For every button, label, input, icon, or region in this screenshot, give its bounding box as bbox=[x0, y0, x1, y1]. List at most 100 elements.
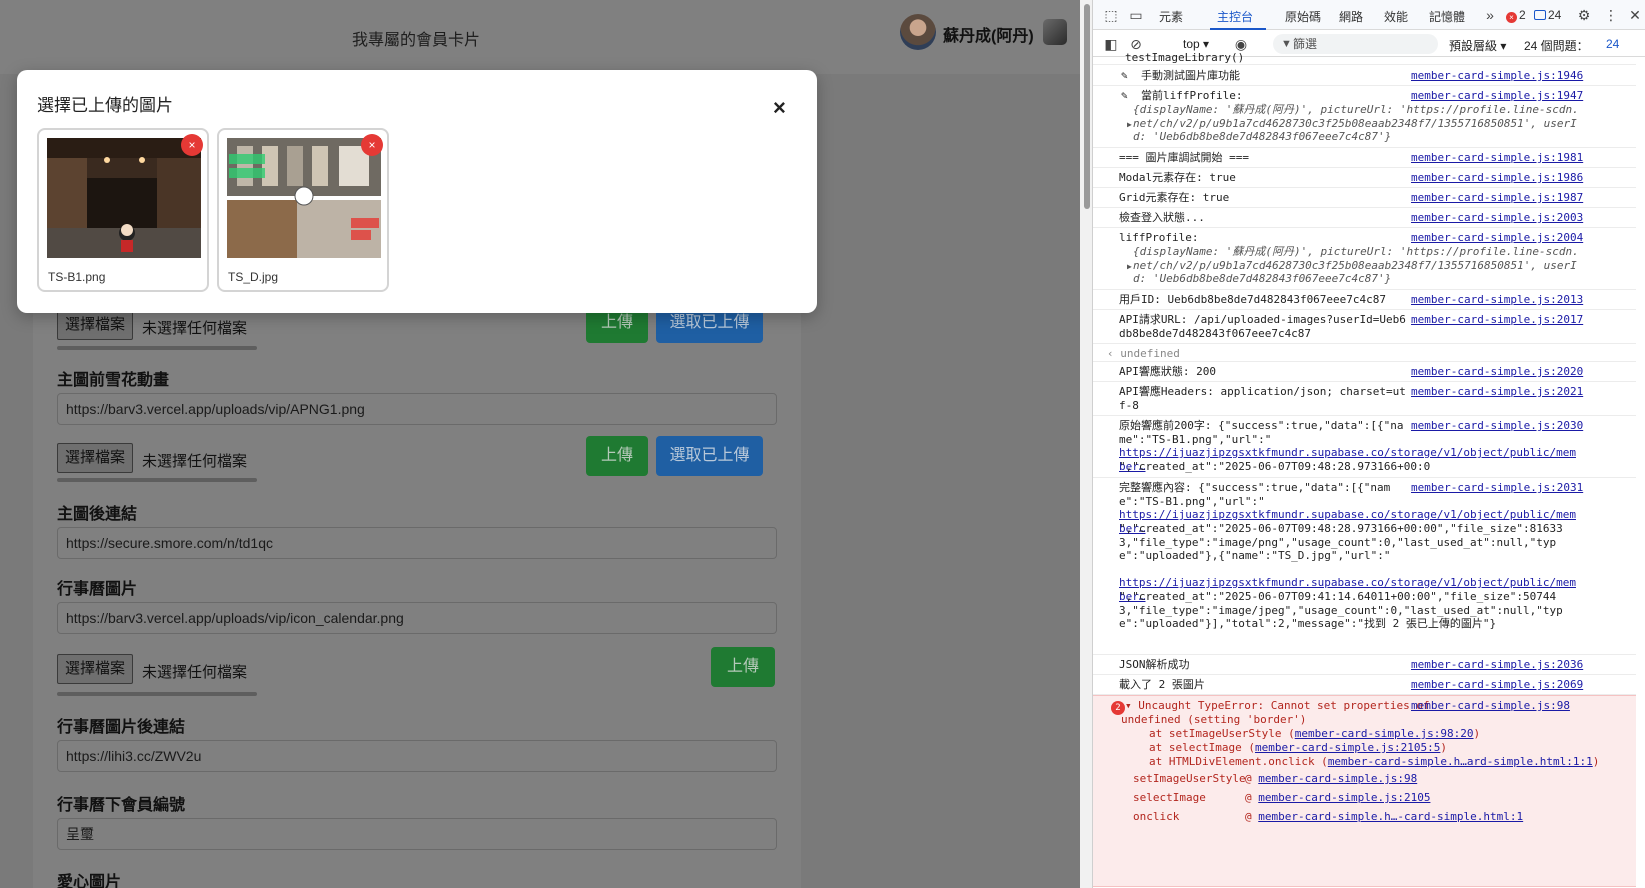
context-select[interactable]: top ▾ bbox=[1183, 37, 1209, 51]
log-row: Modal元素存在: true member-card-simple.js:19… bbox=[1093, 168, 1636, 188]
more-options-icon[interactable]: ⋮ bbox=[1603, 7, 1619, 23]
tab-sources[interactable]: 原始碼 bbox=[1285, 8, 1321, 25]
log-continuation: ","created_at":"2025-06-07T09:48:28.9731… bbox=[1119, 460, 1431, 473]
image-thumbnail[interactable]: TS_D.jpg × bbox=[217, 128, 389, 292]
log-message: API請求URL: /api/uploaded-images?userId=Ue… bbox=[1119, 313, 1406, 340]
device-toggle-icon[interactable]: ▭ bbox=[1128, 7, 1144, 23]
close-icon[interactable]: ✕ bbox=[1627, 7, 1643, 23]
delete-image-icon[interactable]: × bbox=[361, 134, 383, 156]
log-continuation: ","created_at":"2025-06-07T09:48:28.9731… bbox=[1119, 522, 1563, 562]
error-message[interactable]: ▾ Uncaught TypeError: Cannot set propert… bbox=[1125, 699, 1430, 713]
file-choose-button[interactable]: 選擇檔案 bbox=[57, 654, 134, 684]
log-source-link[interactable]: member-card-simple.js:2003 bbox=[1411, 211, 1583, 225]
log-source-link[interactable]: member-card-simple.js:1981 bbox=[1411, 151, 1583, 165]
log-source-link[interactable]: member-card-simple.js:2021 bbox=[1411, 385, 1583, 399]
log-message: 當前liffProfile: bbox=[1141, 89, 1243, 102]
image-preview[interactable] bbox=[227, 138, 381, 258]
tab-console[interactable]: 主控台 bbox=[1217, 8, 1253, 25]
expand-arrow-icon[interactable]: ▶ bbox=[1127, 262, 1132, 271]
sidebar-toggle-icon[interactable]: ◧ bbox=[1103, 36, 1119, 52]
log-object[interactable]: {displayName: '蘇丹成(阿丹)', pictureUrl: 'ht… bbox=[1133, 103, 1581, 144]
snow-animation-input[interactable]: https://barv3.vercel.app/uploads/vip/APN… bbox=[57, 393, 777, 425]
log-message: liffProfile: bbox=[1119, 231, 1199, 244]
log-message: 用戶ID: Ueb6db8be8de7d482843f067eee7c4c87 bbox=[1119, 293, 1387, 306]
stack-link[interactable]: member-card-simple.js:98:20 bbox=[1295, 727, 1474, 740]
upload-button[interactable]: 上傳 bbox=[586, 436, 648, 476]
log-source-link[interactable]: member-card-simple.js:2036 bbox=[1411, 658, 1583, 672]
log-source-link[interactable]: member-card-simple.js:2031 bbox=[1411, 481, 1583, 495]
stack-link[interactable]: member-card-simple.h…ard-simple.html:1:1 bbox=[1328, 755, 1593, 768]
log-source-link[interactable]: member-card-simple.js:2069 bbox=[1411, 678, 1583, 692]
page-scrollbar-thumb[interactable] bbox=[1084, 4, 1090, 209]
tab-memory[interactable]: 記憶體 bbox=[1429, 8, 1465, 25]
field-label: 主圖前雪花動畫 bbox=[57, 372, 170, 389]
active-tab-indicator bbox=[1210, 28, 1266, 30]
log-message: API響應Headers: application/json; charset=… bbox=[1119, 385, 1406, 412]
close-icon[interactable]: × bbox=[773, 97, 793, 119]
tab-performance[interactable]: 效能 bbox=[1384, 8, 1408, 25]
filter-placeholder: 篩選 bbox=[1293, 37, 1318, 51]
error-count-badge[interactable]: × 2 bbox=[1506, 8, 1526, 23]
issues-count[interactable]: 24 bbox=[1606, 37, 1619, 51]
message-count-badge[interactable]: 24 bbox=[1534, 8, 1561, 22]
logout-icon[interactable] bbox=[1043, 19, 1067, 45]
call-frame-link[interactable]: member-card-simple.h…-card-simple.html:1 bbox=[1258, 810, 1523, 823]
log-source-link[interactable]: member-card-simple.js:2020 bbox=[1411, 365, 1583, 379]
tab-network[interactable]: 網路 bbox=[1339, 8, 1363, 25]
log-source-link[interactable]: member-card-simple.js:1946 bbox=[1411, 69, 1583, 83]
pencil-icon: ✎ bbox=[1121, 89, 1128, 102]
file-choose-button[interactable]: 選擇檔案 bbox=[57, 443, 134, 473]
call-frame-at: @ member-card-simple.h…-card-simple.html… bbox=[1245, 810, 1524, 823]
stack-frame: at selectImage (member-card-simple.js:21… bbox=[1149, 741, 1447, 755]
log-source-link[interactable]: member-card-simple.js:1947 bbox=[1411, 89, 1583, 103]
image-preview[interactable] bbox=[47, 138, 201, 258]
image-thumbnail[interactable]: TS-B1.png × bbox=[37, 128, 209, 292]
error-source-link[interactable]: member-card-simple.js:98 bbox=[1411, 699, 1570, 713]
calendar-image-input[interactable]: https://barv3.vercel.app/uploads/vip/ico… bbox=[57, 602, 777, 634]
file-status: 未選擇任何檔案 bbox=[142, 664, 248, 681]
stack-prefix: at HTMLDivElement.onclick ( bbox=[1149, 755, 1328, 768]
eye-icon[interactable]: ◉ bbox=[1233, 36, 1249, 52]
avatar bbox=[900, 14, 936, 50]
log-object[interactable]: {displayName: '蘇丹成(阿丹)', pictureUrl: 'ht… bbox=[1133, 245, 1581, 286]
error-log-block: 2 ▾ Uncaught TypeError: Cannot set prope… bbox=[1093, 695, 1636, 887]
call-frame-link[interactable]: member-card-simple.js:98 bbox=[1258, 772, 1417, 785]
divider bbox=[57, 692, 257, 696]
log-message: 手動測試圖片庫功能 bbox=[1141, 69, 1240, 82]
clear-console-icon[interactable]: ⊘ bbox=[1128, 36, 1144, 52]
log-source-link[interactable]: member-card-simple.js:2017 bbox=[1411, 313, 1583, 327]
log-source-link[interactable]: member-card-simple.js:2030 bbox=[1411, 419, 1583, 433]
console-output: testImageLibrary() ✎ 手動測試圖片庫功能 member-ca… bbox=[1093, 51, 1645, 888]
log-source-link[interactable]: member-card-simple.js:2004 bbox=[1411, 231, 1583, 245]
gear-icon[interactable]: ⚙ bbox=[1576, 7, 1592, 23]
tab-elements[interactable]: 元素 bbox=[1159, 8, 1183, 25]
member-number-input[interactable]: 呈璽 bbox=[57, 818, 777, 850]
expand-arrow-icon[interactable]: ▶ bbox=[1127, 120, 1132, 129]
log-row: 原始響應前200字: {"success":true,"data":[{"nam… bbox=[1093, 416, 1636, 478]
log-message: 完整響應內容: {"success":true,"data":[{"name":… bbox=[1119, 481, 1391, 508]
context-value: top bbox=[1183, 37, 1200, 51]
delete-image-icon[interactable]: × bbox=[181, 134, 203, 156]
log-row: ‹ undefined bbox=[1093, 344, 1636, 362]
main-link-input[interactable]: https://secure.smore.com/n/td1qc bbox=[57, 527, 777, 559]
select-uploaded-button[interactable]: 選取已上傳 bbox=[656, 436, 763, 476]
stack-link[interactable]: member-card-simple.js:2105:5 bbox=[1255, 741, 1440, 754]
file-choose-button[interactable]: 選擇檔案 bbox=[57, 310, 134, 340]
calendar-link-input[interactable]: https://lihi3.cc/ZWV2u bbox=[57, 740, 777, 772]
page-header: 我專屬的會員卡片 蘇丹成(阿丹) bbox=[0, 0, 1092, 74]
field-label: 行事曆下會員編號 bbox=[57, 797, 186, 814]
log-source-link[interactable]: member-card-simple.js:1987 bbox=[1411, 191, 1583, 205]
log-source-link[interactable]: member-card-simple.js:2013 bbox=[1411, 293, 1583, 307]
more-tabs-icon[interactable]: » bbox=[1482, 7, 1498, 23]
log-message: API響應狀態: 200 bbox=[1119, 365, 1216, 378]
log-source-link[interactable]: member-card-simple.js:1986 bbox=[1411, 171, 1583, 185]
upload-button[interactable]: 上傳 bbox=[711, 647, 775, 687]
field-label: 愛心圖片 bbox=[57, 874, 122, 888]
return-value: undefined bbox=[1120, 347, 1180, 360]
log-row: API請求URL: /api/uploaded-images?userId=Ue… bbox=[1093, 310, 1636, 344]
divider bbox=[57, 346, 257, 350]
inspect-icon[interactable]: ⬚ bbox=[1103, 7, 1119, 23]
call-frame-link[interactable]: member-card-simple.js:2105 bbox=[1258, 791, 1430, 804]
log-row: 檢查登入狀態... member-card-simple.js:2003 bbox=[1093, 208, 1636, 228]
log-message: 檢查登入狀態... bbox=[1119, 211, 1205, 224]
